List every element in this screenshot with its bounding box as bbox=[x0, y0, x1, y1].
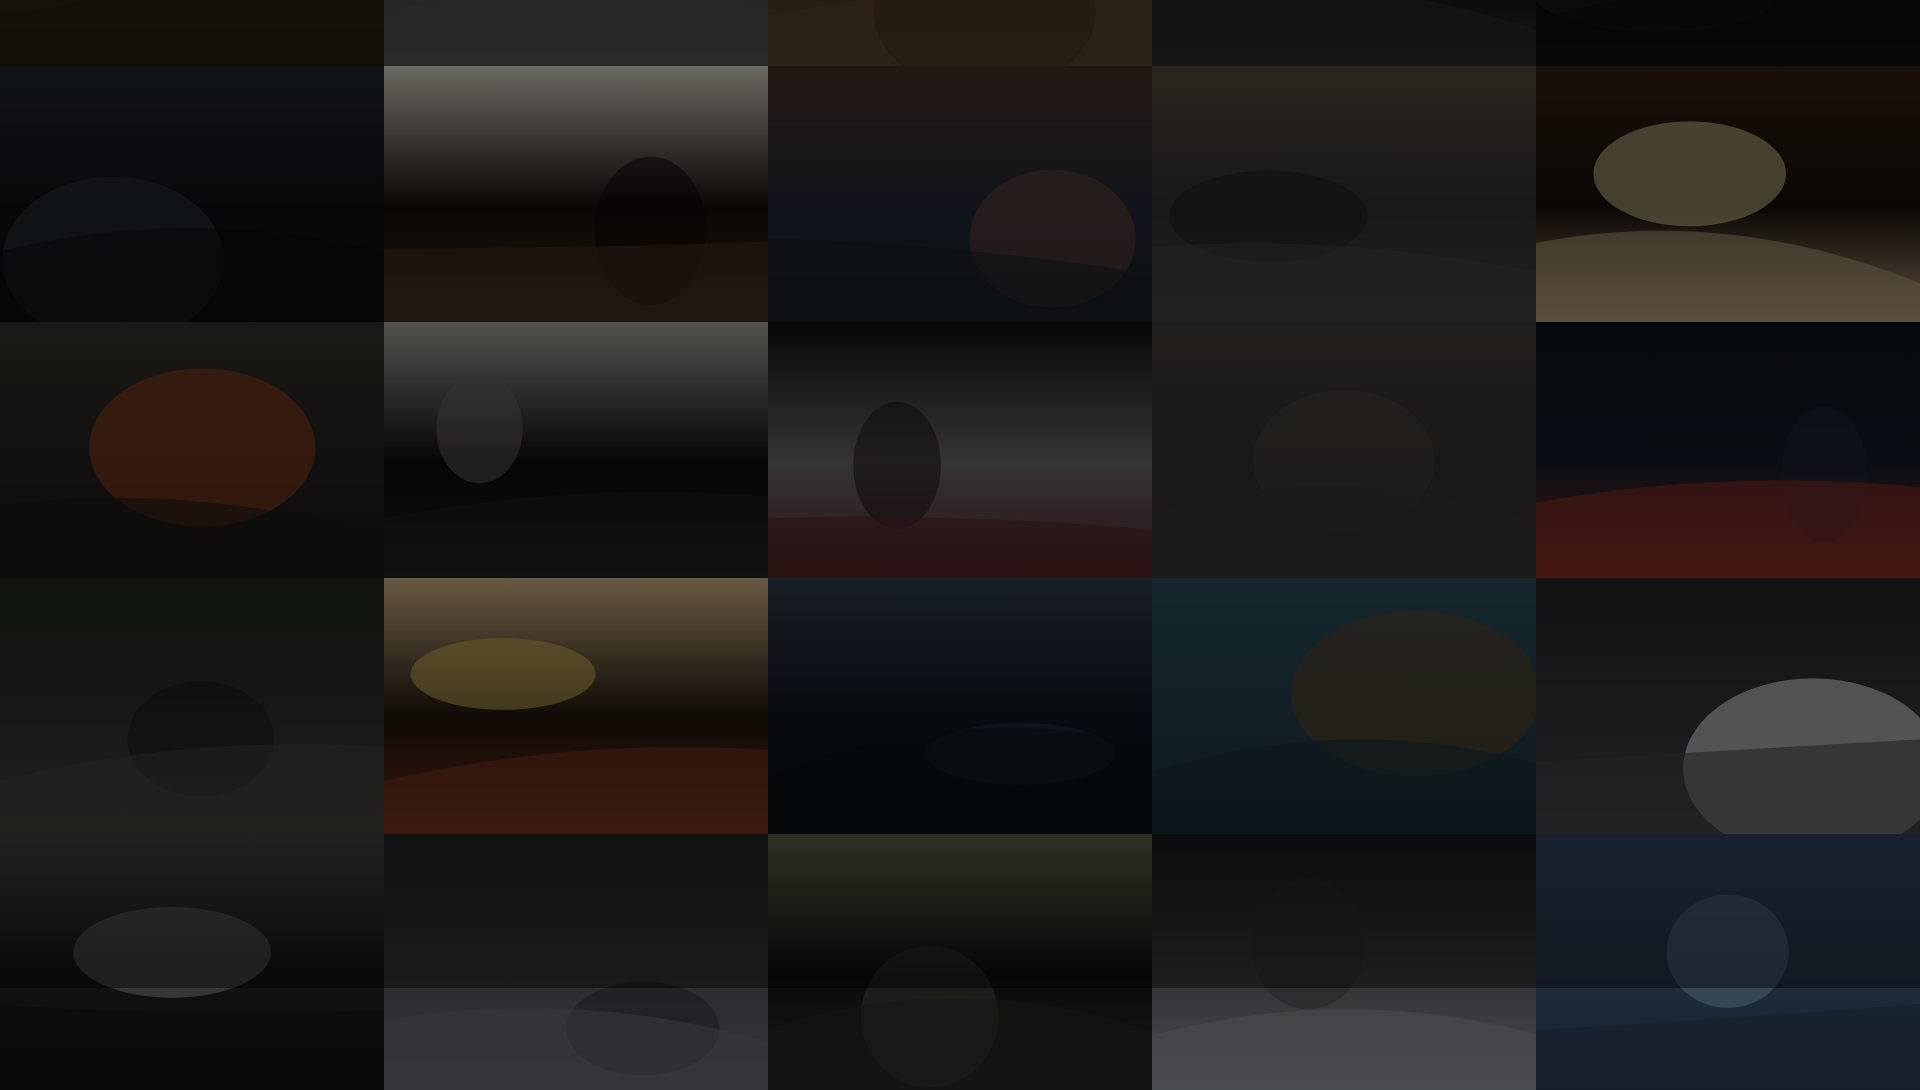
forest-road-cyclist-image bbox=[0, 66, 384, 322]
photo-tile-perforated-metal-panel[interactable] bbox=[1152, 834, 1536, 1090]
open-magazine-on-table-image bbox=[384, 66, 768, 322]
perforated-metal-panel-image bbox=[1152, 834, 1536, 1090]
photo-tile-forest-road-cyclist[interactable] bbox=[0, 66, 384, 322]
photo-tile-clothes-on-rack[interactable] bbox=[384, 322, 768, 578]
photo-tile-sandwich-closeup[interactable] bbox=[384, 578, 768, 834]
stormy-sky-image bbox=[384, 834, 768, 1090]
photo-tile-berries-silhouette[interactable] bbox=[768, 322, 1152, 578]
photo-grid bbox=[0, 0, 1920, 1090]
shark-silhouette-aquarium-image bbox=[768, 578, 1152, 834]
woman-facing-sea-image bbox=[1152, 578, 1536, 834]
photo-tile-leaf-on-dark-surface[interactable] bbox=[768, 834, 1152, 1090]
berries-silhouette-image bbox=[768, 322, 1152, 578]
photo-tile-butterfly-on-rocks[interactable] bbox=[0, 322, 384, 578]
building-facade-lattice-image bbox=[0, 834, 384, 1090]
photo-tile-dog-in-river-with-pines[interactable] bbox=[0, 578, 384, 834]
eagle-owl-on-rock-image bbox=[1152, 66, 1536, 322]
photo-tile-building-facade-lattice[interactable] bbox=[0, 834, 384, 1090]
photo-tile-nike-sneaker-on-floor[interactable] bbox=[1536, 578, 1920, 834]
photo-tile-eagle-owl-on-rock[interactable] bbox=[1152, 66, 1536, 322]
foggy-beach-image bbox=[1152, 322, 1536, 578]
dark-portrait-image bbox=[1152, 0, 1536, 66]
photo-tile-foggy-beach[interactable] bbox=[1152, 322, 1536, 578]
dark-branches-image bbox=[1536, 0, 1920, 66]
dog-in-river-with-pines-image bbox=[0, 578, 384, 834]
lined-paper-sheet-image bbox=[384, 0, 768, 66]
photo-tile-dark-foliage-texture[interactable] bbox=[0, 0, 384, 66]
dark-foliage-texture-image bbox=[0, 0, 384, 66]
photo-tile-shark-silhouette-aquarium[interactable] bbox=[768, 578, 1152, 834]
soil-and-roots-image bbox=[768, 0, 1152, 66]
photo-tile-soil-and-roots[interactable] bbox=[768, 0, 1152, 66]
sandwich-closeup-image bbox=[384, 578, 768, 834]
butterfly-on-rocks-image bbox=[0, 322, 384, 578]
photo-tile-mountain-ridge-dusk[interactable] bbox=[768, 66, 1152, 322]
photo-tile-dark-portrait[interactable] bbox=[1152, 0, 1536, 66]
mountain-ridge-dusk-image bbox=[768, 66, 1152, 322]
photo-tile-fruit-and-pie-on-table[interactable] bbox=[1536, 66, 1920, 322]
nike-sneaker-on-floor-image bbox=[1536, 578, 1920, 834]
leaf-on-dark-surface-image bbox=[768, 834, 1152, 1090]
photo-tile-mountain-range-haze[interactable] bbox=[1536, 834, 1920, 1090]
photo-tile-open-magazine-on-table[interactable] bbox=[384, 66, 768, 322]
photo-tile-stormy-sky[interactable] bbox=[384, 834, 768, 1090]
clothes-on-rack-image bbox=[384, 322, 768, 578]
photo-tile-dark-branches[interactable] bbox=[1536, 0, 1920, 66]
photo-tile-woman-facing-sea[interactable] bbox=[1152, 578, 1536, 834]
mountain-range-haze-image bbox=[1536, 834, 1920, 1090]
fruit-and-pie-on-table-image bbox=[1536, 66, 1920, 322]
photo-tile-lined-paper-sheet[interactable] bbox=[384, 0, 768, 66]
boat-on-dark-water-image bbox=[1536, 322, 1920, 578]
photo-tile-boat-on-dark-water[interactable] bbox=[1536, 322, 1920, 578]
